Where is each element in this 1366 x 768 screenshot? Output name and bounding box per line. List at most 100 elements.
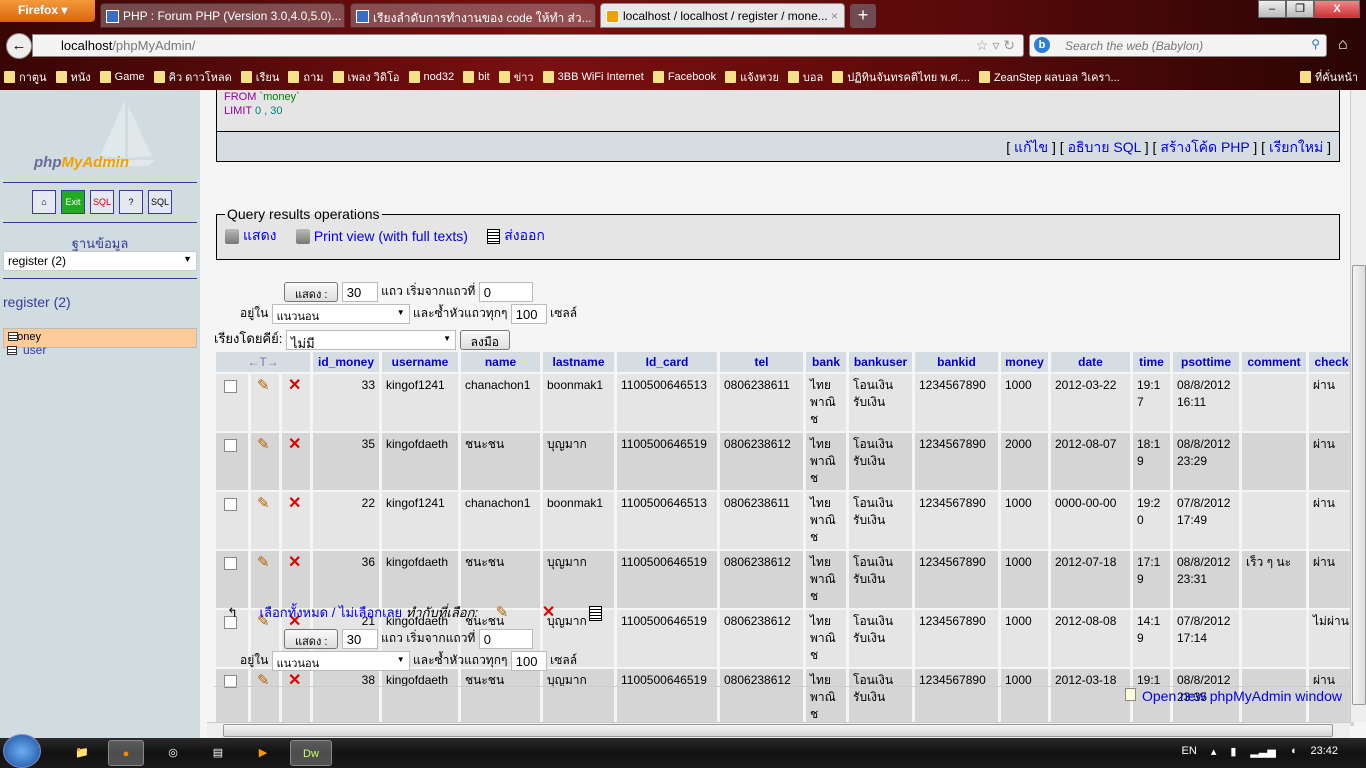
scroll-thumb[interactable] bbox=[1352, 265, 1366, 705]
edit-pencil-icon[interactable]: ✎ bbox=[257, 554, 270, 571]
bookmark-item[interactable]: Game bbox=[96, 65, 145, 89]
explain-sql-link[interactable]: อธิบาย SQL bbox=[1068, 139, 1141, 155]
delete-selected-icon[interactable]: ✕ bbox=[542, 604, 555, 621]
bookmark-item[interactable]: ที่คั่นหน้า bbox=[1296, 65, 1358, 89]
export-link[interactable]: ส่งออก bbox=[487, 225, 545, 247]
column-header-id_card[interactable]: Id_card bbox=[617, 352, 717, 372]
show-button[interactable]: แสดง : bbox=[284, 629, 339, 649]
explorer-icon[interactable]: 📁 bbox=[64, 740, 100, 766]
battery-icon[interactable]: ▮ bbox=[1230, 745, 1236, 758]
help-icon[interactable]: ? bbox=[119, 190, 143, 214]
bookmark-item[interactable]: บอล bbox=[784, 65, 823, 89]
firefox-menu-button[interactable]: Firefox ▾ bbox=[0, 0, 95, 22]
column-header-time[interactable]: time bbox=[1133, 352, 1170, 372]
horizontal-scrollbar[interactable] bbox=[207, 722, 1350, 738]
edit-pencil-icon[interactable]: ✎ bbox=[257, 377, 270, 394]
show-hidden-icons[interactable]: ▴ bbox=[1211, 745, 1217, 758]
sort-key-select[interactable]: ไม่มี ▼ bbox=[285, 329, 456, 351]
delete-icon[interactable]: ✕ bbox=[288, 554, 301, 571]
repeat-headers-input[interactable]: 100 bbox=[510, 304, 547, 324]
column-header-date[interactable]: date bbox=[1051, 352, 1130, 372]
exit-icon[interactable]: Exit bbox=[61, 190, 85, 214]
bookmark-item[interactable]: Facebook bbox=[649, 65, 716, 89]
bookmark-item[interactable]: เรียน bbox=[237, 65, 279, 89]
column-header-psottime[interactable]: psottime bbox=[1173, 352, 1239, 372]
column-header-money[interactable]: money bbox=[1001, 352, 1048, 372]
start-row-input[interactable]: 0 bbox=[478, 282, 533, 302]
volume-icon[interactable]: ◖ bbox=[1290, 745, 1297, 758]
minimize-button[interactable]: – bbox=[1258, 0, 1286, 18]
create-php-code-link[interactable]: สร้างโค้ด PHP bbox=[1160, 139, 1249, 155]
bookmark-item[interactable]: กาตูน bbox=[0, 65, 47, 89]
bookmark-item[interactable]: เพลง วิดิโอ bbox=[329, 65, 400, 89]
tab-thai-forum[interactable]: เรียงลำดับการทำงานของ code ให้ทำ ส่ว... bbox=[350, 3, 596, 28]
bookmark-item[interactable]: 3BB WiFi Internet bbox=[539, 65, 644, 89]
home-icon[interactable]: ⌂ bbox=[1338, 36, 1348, 54]
column-header-username[interactable]: username bbox=[382, 352, 458, 372]
column-header-id_money[interactable]: id_money bbox=[313, 352, 379, 372]
delete-icon[interactable]: ✕ bbox=[288, 436, 301, 453]
bookmark-item[interactable]: ปฏิทินจันทรคติไทย พ.ศ.... bbox=[828, 65, 970, 89]
show-button[interactable]: แสดง : bbox=[284, 282, 339, 302]
delete-icon[interactable]: ✕ bbox=[288, 495, 301, 512]
tab-phpmyadmin[interactable]: localhost / localhost / register / mone.… bbox=[600, 3, 845, 28]
select-all-link[interactable]: เลือกทั้งหมด / ไม่เลือกเลย bbox=[260, 605, 403, 620]
new-tab-button[interactable]: + bbox=[850, 4, 876, 28]
bookmark-item[interactable]: ข่าว bbox=[495, 65, 534, 89]
home-icon[interactable]: ⌂ bbox=[32, 190, 56, 214]
bookmark-item[interactable]: ZeanStep ผลบอล วิเครา... bbox=[975, 65, 1120, 89]
close-window-button[interactable]: X bbox=[1314, 0, 1360, 18]
delete-icon[interactable]: ✕ bbox=[288, 377, 301, 394]
print-full-link[interactable]: Print view (with full texts) bbox=[295, 228, 468, 244]
column-resize-icon[interactable]: ←T→ bbox=[216, 352, 310, 372]
column-header-lastname[interactable]: lastname bbox=[543, 352, 614, 372]
refresh-link[interactable]: เรียกใหม่ bbox=[1269, 139, 1323, 155]
tab-forum-php[interactable]: PHP : Forum PHP (Version 3.0,4.0,5.0)... bbox=[100, 3, 345, 28]
sidebar-table-user[interactable]: user bbox=[3, 343, 197, 358]
column-header-tel[interactable]: tel bbox=[720, 352, 803, 372]
bookmark-item[interactable]: คิว ดาวโหลด bbox=[150, 65, 232, 89]
app-icon[interactable]: ◎ bbox=[155, 740, 191, 766]
media-player-icon[interactable]: ▶ bbox=[245, 740, 281, 766]
clock[interactable]: 23:42 bbox=[1310, 745, 1338, 758]
go-button[interactable]: ลงมือ bbox=[459, 329, 510, 350]
bookmark-item[interactable]: แจ้งหวย bbox=[721, 65, 779, 89]
column-header-name[interactable]: name bbox=[461, 352, 540, 372]
bookmark-item[interactable]: ถาม bbox=[284, 65, 324, 89]
phpmyadmin-logo[interactable]: phpMyAdmin bbox=[34, 154, 129, 171]
notepad-icon[interactable]: ▤ bbox=[200, 740, 236, 766]
database-select[interactable]: register (2) ▼ bbox=[3, 251, 197, 271]
search-icon[interactable]: ⚲ bbox=[1311, 37, 1320, 51]
row-checkbox[interactable] bbox=[224, 439, 237, 452]
row-checkbox[interactable] bbox=[224, 498, 237, 511]
bookmark-item[interactable]: bit bbox=[459, 65, 490, 89]
bookmark-item[interactable]: nod32 bbox=[405, 65, 454, 89]
back-button[interactable]: ← bbox=[6, 33, 32, 59]
column-header-check[interactable]: check bbox=[1309, 352, 1354, 372]
repeat-headers-input[interactable]: 100 bbox=[510, 651, 547, 671]
edit-pencil-icon[interactable]: ✎ bbox=[257, 495, 270, 512]
url-bar[interactable]: localhost/phpMyAdmin/ ☆ ▿ ↻ bbox=[32, 34, 1024, 57]
sql-docs-icon[interactable]: SQL bbox=[148, 190, 172, 214]
rows-input[interactable]: 30 bbox=[341, 282, 378, 302]
display-mode-select[interactable]: แนวนอน ▼ bbox=[271, 651, 410, 671]
vertical-scrollbar[interactable] bbox=[1350, 90, 1366, 722]
row-checkbox[interactable] bbox=[224, 557, 237, 570]
scroll-thumb[interactable] bbox=[223, 724, 1333, 737]
bookmark-star-icon[interactable]: ☆ ▿ ↻ bbox=[976, 37, 1015, 54]
export-selected-icon[interactable] bbox=[588, 606, 602, 622]
open-new-window-link[interactable]: Open new phpMyAdmin window bbox=[1125, 688, 1342, 704]
edit-pencil-icon[interactable]: ✎ bbox=[257, 436, 270, 453]
rows-input[interactable]: 30 bbox=[341, 629, 378, 649]
search-input[interactable]: b Search the web (Babylon) ⚲ bbox=[1029, 34, 1327, 57]
column-header-bankuser[interactable]: bankuser bbox=[849, 352, 912, 372]
edit-sql-link[interactable]: แก้ไข bbox=[1014, 139, 1048, 155]
row-checkbox[interactable] bbox=[224, 380, 237, 393]
sql-window-icon[interactable]: SQL bbox=[90, 190, 114, 214]
language-indicator[interactable]: EN bbox=[1182, 745, 1197, 758]
close-tab-icon[interactable]: × bbox=[831, 9, 838, 23]
column-header-bankid[interactable]: bankid bbox=[915, 352, 998, 372]
column-header-comment[interactable]: comment bbox=[1242, 352, 1306, 372]
display-mode-select[interactable]: แนวนอน ▼ bbox=[271, 304, 410, 324]
firefox-icon[interactable]: ● bbox=[108, 740, 144, 766]
